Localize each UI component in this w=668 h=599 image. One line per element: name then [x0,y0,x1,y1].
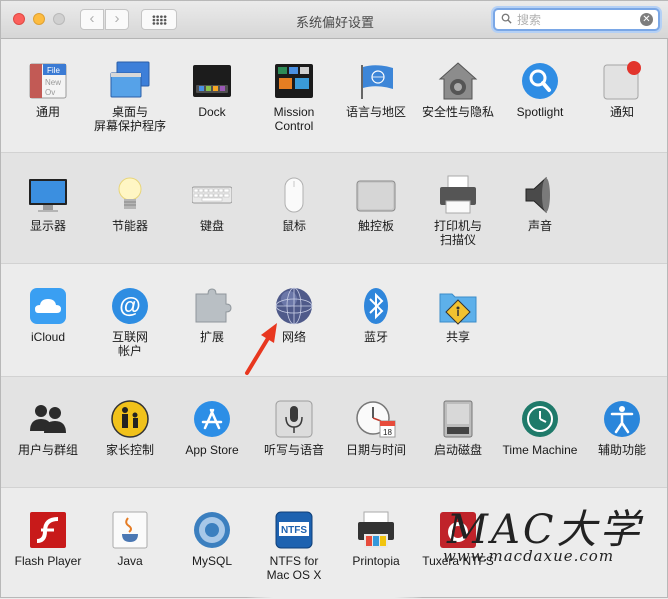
pref-trackpad-label: 触控板 [357,219,394,233]
pref-icloud-label: iCloud [30,330,66,344]
dock-icon [193,65,231,97]
mouse-icon [284,177,304,213]
pref-keyboard-label: 键盘 [199,219,224,233]
pref-flash-player-label: Flash Player [14,554,82,568]
pref-general-label: 通用 [35,105,60,119]
search-field[interactable]: ✕ [493,8,660,31]
pref-app-store-label: App Store [185,443,239,457]
trackpad-icon [356,180,396,212]
pref-users-groups-label: 用户与群组 [17,443,78,457]
pref-bluetooth-label: 蓝牙 [363,330,388,344]
pref-language-region-label: 语言与地区 [345,105,406,119]
energy-saver-icon [118,177,142,209]
dictation-speech-icon [275,400,313,438]
pref-notifications-label: 通知 [609,105,634,119]
system-preferences-window: ‹ › 系统偏好设置 ✕ File New Ov 通用 [0,0,668,599]
pref-ntfs-for-mac-label: NTFS for Mac OS X [266,554,322,582]
watermark-url: www.macdaxue.com [443,547,615,565]
bluetooth-icon [364,288,388,324]
ntfs-icon: NTFS [275,511,313,549]
pref-java-label: Java [117,554,143,568]
pref-desktop-screensaver-label: 桌面与 屏幕保护程序 [93,105,166,133]
language-region-icon [361,65,393,99]
printer-scanner-icon [440,175,476,214]
pref-internet-accounts-label: 互联网 帐户 [111,330,148,358]
app-store-icon [194,401,230,437]
sharing-icon [439,293,477,325]
sound-icon [525,176,550,214]
pref-spotlight-label: Spotlight [516,105,564,119]
printopia-icon [358,511,394,548]
pref-printopia-label: Printopia [352,554,400,568]
internet-accounts-icon: @ [112,288,148,324]
users-groups-icon [30,405,66,433]
svg-text:Ov: Ov [45,88,55,97]
java-icon [112,511,148,549]
date-time-icon: 18 [356,401,396,438]
general-icon: File New Ov [29,63,67,99]
time-machine-icon [522,401,558,437]
pref-time-machine-label: Time Machine [502,443,578,457]
svg-text:New: New [45,78,61,87]
svg-text:NTFS: NTFS [281,525,307,536]
spotlight-icon [522,63,558,99]
svg-text:File: File [47,66,60,75]
pref-displays-label: 显示器 [29,219,66,233]
pref-mysql-label: MySQL [191,554,232,568]
pref-row-internet: iCloud @ 互联网 帐户 扩展 网络 蓝牙 共享 [1,264,667,376]
flash-player-icon [30,512,66,548]
startup-disk-icon [443,400,473,438]
pref-security-privacy-label: 安全性与隐私 [421,105,494,119]
pref-parental-controls-label: 家长控制 [105,443,154,457]
icloud-icon [30,288,66,324]
svg-text:@: @ [119,293,140,318]
watermark: MAC大学 www.macdaxue.com [441,501,668,591]
pref-printer-scanner-label: 打印机与 扫描仪 [433,219,482,247]
extensions-icon [195,288,232,323]
title-bar: ‹ › 系统偏好设置 ✕ [1,1,668,39]
pref-dictation-speech-label: 听写与语音 [263,443,324,457]
parental-controls-icon [111,400,149,438]
displays-icon [29,179,67,212]
pref-mission-control-label: Mission Control [273,105,315,133]
mysql-icon [194,512,230,548]
pref-startup-disk-label: 启动磁盘 [433,443,482,457]
search-input[interactable] [517,11,627,28]
pref-date-time-label: 日期与时间 [345,443,406,457]
pref-accessibility-label: 辅助功能 [597,443,646,457]
security-privacy-icon [438,62,478,100]
annotation-arrow-icon [245,323,277,375]
pref-row-hardware: 显示器 节能器 键盘 鼠标 触控板 打印机与 扫描仪 声音 [1,152,667,264]
pref-sharing-label: 共享 [445,330,470,344]
clear-search-icon[interactable]: ✕ [640,13,653,26]
accessibility-icon [604,401,640,437]
pref-row-system: 用户与群组 家长控制 App Store 听写与语音 18 日期与时间 启动磁盘… [1,376,667,488]
pref-dock-label: Dock [198,105,226,119]
search-icon [501,13,512,24]
keyboard-icon [192,186,232,204]
mission-control-icon [275,64,313,98]
desktop-screensaver-icon [110,61,150,98]
pref-row-personal: File New Ov 通用 桌面与 屏幕保护程序 Dock Mission C… [1,39,667,152]
notifications-icon [603,61,641,100]
pref-energy-saver-label: 节能器 [111,219,148,233]
svg-text:18: 18 [383,428,392,437]
pref-sound-label: 声音 [527,219,552,233]
pref-mouse-label: 鼠标 [281,219,306,233]
